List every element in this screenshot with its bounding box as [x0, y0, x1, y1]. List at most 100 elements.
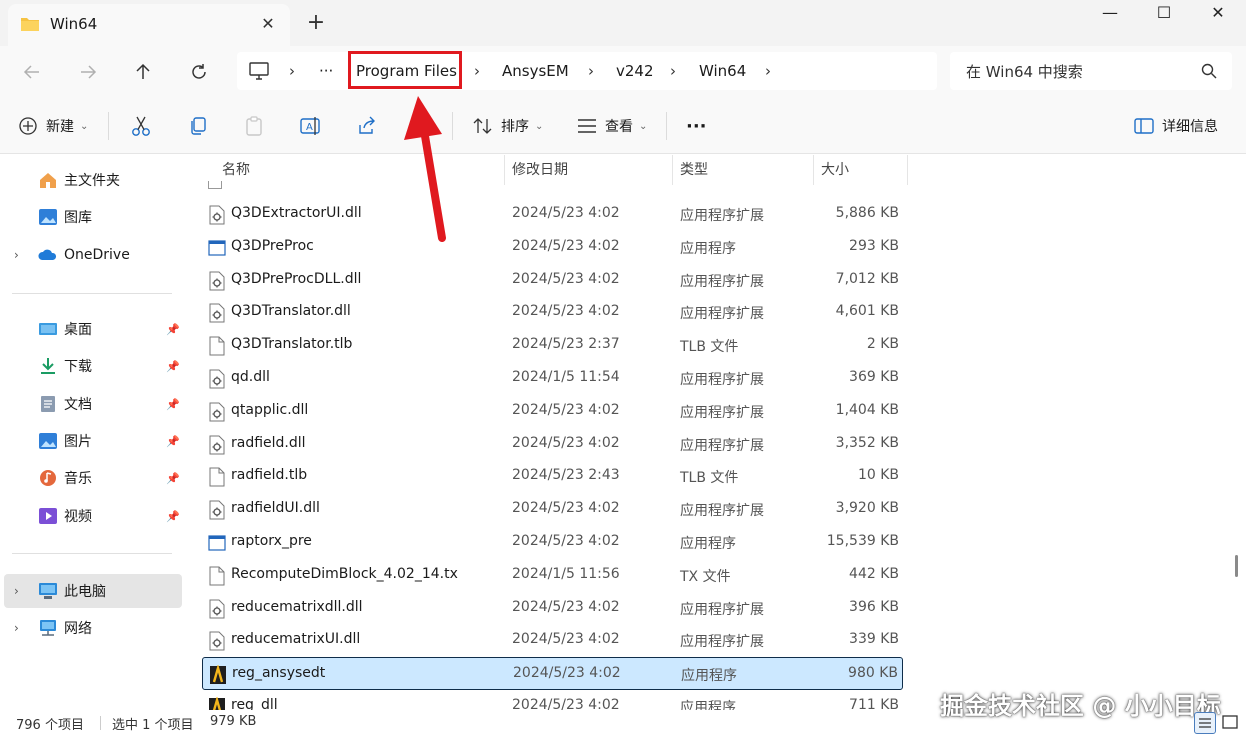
maximize-button[interactable]: ☐: [1136, 0, 1192, 28]
file-name[interactable]: reg_dll: [231, 697, 278, 710]
close-tab-button[interactable]: ✕: [256, 12, 280, 36]
rename-button[interactable]: A: [300, 114, 322, 138]
table-row[interactable]: qd.dll 2024/1/5 11:54 应用程序扩展 369 KB: [202, 362, 903, 395]
computer-icon[interactable]: [249, 62, 269, 80]
sidebar-item-label: OneDrive: [64, 247, 130, 263]
scrollbar-thumb[interactable]: [1235, 555, 1238, 577]
sort-button[interactable]: 排序 ⌄: [473, 114, 543, 138]
table-row[interactable]: Q3DExtractorUI.dll 2024/5/23 4:02 应用程序扩展 5,…: [202, 198, 903, 231]
pin-icon[interactable]: 📌: [166, 323, 180, 336]
pin-icon[interactable]: 📌: [166, 435, 180, 448]
sidebar-item-music[interactable]: 音乐 📌: [0, 461, 182, 495]
file-name[interactable]: raptorx_pre: [231, 533, 312, 549]
file-date: 2024/5/23 4:02: [513, 665, 621, 682]
close-button[interactable]: ✕: [1190, 0, 1246, 28]
up-button[interactable]: [127, 58, 159, 86]
file-name[interactable]: reg_ansysedt: [232, 665, 325, 681]
breadcrumb-win64[interactable]: Win64: [699, 60, 746, 82]
breadcrumb-separator[interactable]: ›: [670, 60, 676, 82]
table-row[interactable]: Q3DPreProc 2024/5/23 4:02 应用程序 293 KB: [202, 231, 903, 264]
scissors-icon: [132, 116, 150, 136]
sidebar-item-onedrive[interactable]: › OneDrive: [0, 238, 182, 272]
tiles-view-button[interactable]: [1220, 712, 1242, 734]
sidebar-item-home[interactable]: 主文件夹: [0, 163, 182, 197]
table-row[interactable]: RecomputeDimBlock_4.02_14.tx 2024/1/5 11:…: [202, 559, 903, 592]
tab-win64[interactable]: Win64 ✕: [8, 4, 290, 46]
column-divider[interactable]: [907, 155, 908, 185]
file-name[interactable]: Q3DExtractorUI.dll: [231, 205, 362, 221]
file-name[interactable]: reducematrixdll.dll: [231, 599, 363, 615]
more-button[interactable]: ···: [686, 114, 707, 138]
breadcrumb-separator[interactable]: ›: [289, 60, 295, 82]
file-name[interactable]: radfield.tlb: [231, 467, 307, 483]
breadcrumb-ansysem[interactable]: AnsysEM: [502, 60, 569, 82]
table-row[interactable]: radfieldUI.dll 2024/5/23 4:02 应用程序扩展 3,920 …: [202, 493, 903, 526]
search-icon[interactable]: [1200, 62, 1218, 80]
share-icon: [359, 116, 375, 134]
sidebar-item-downloads[interactable]: 下载 📌: [0, 349, 182, 383]
details-view-button[interactable]: [1194, 712, 1216, 734]
cut-button[interactable]: [131, 114, 151, 138]
breadcrumb-separator[interactable]: ›: [765, 60, 771, 82]
sidebar-divider: [12, 553, 172, 554]
file-name[interactable]: Q3DTranslator.tlb: [231, 336, 352, 352]
sidebar-item-videos[interactable]: 视频 📌: [0, 499, 182, 533]
file-name[interactable]: qtapplic.dll: [231, 402, 308, 418]
sidebar-item-desktop[interactable]: 桌面 📌: [0, 312, 182, 346]
table-row[interactable]: Q3DPreProcDLL.dll 2024/5/23 4:02 应用程序扩展 7,0…: [202, 264, 903, 297]
pin-icon[interactable]: 📌: [166, 360, 180, 373]
chevron-right-icon[interactable]: ›: [14, 248, 19, 262]
pin-icon[interactable]: 📌: [166, 510, 180, 523]
search-box[interactable]: 在 Win64 中搜索: [950, 52, 1232, 90]
file-type: TLB 文件: [680, 339, 739, 356]
sidebar-item-pictures[interactable]: 图片 📌: [0, 424, 182, 458]
pin-icon[interactable]: 📌: [166, 398, 180, 411]
sidebar-item-gallery[interactable]: 图库: [0, 200, 182, 234]
minimize-button[interactable]: —: [1082, 0, 1138, 28]
table-row[interactable]: radfield.tlb 2024/5/23 2:43 TLB 文件 10 KB: [202, 460, 903, 493]
application-icon: [208, 238, 226, 258]
copy-button[interactable]: [188, 114, 208, 138]
file-date: 2024/5/23 4:02: [512, 237, 620, 254]
view-button[interactable]: 查看 ⌄: [577, 114, 647, 138]
table-row[interactable]: reg_dll 2024/5/23 4:02 应用程序 711 KB: [202, 690, 903, 710]
table-row-selected[interactable]: reg_ansysedt 2024/5/23 4:02 应用程序 980 KB: [202, 657, 903, 691]
table-row[interactable]: radfield.dll 2024/5/23 4:02 应用程序扩展 3,352 KB: [202, 428, 903, 461]
file-name[interactable]: radfield.dll: [231, 435, 306, 451]
cloud-icon: [38, 249, 57, 260]
chevron-right-icon[interactable]: ›: [14, 621, 19, 635]
new-tab-button[interactable]: +: [302, 10, 330, 38]
file-name[interactable]: reducematrixUI.dll: [231, 631, 360, 647]
table-row[interactable]: qtapplic.dll 2024/5/23 4:02 应用程序扩展 1,404 KB: [202, 395, 903, 428]
table-row[interactable]: reducematrixdll.dll 2024/5/23 4:02 应用程序扩展 3…: [202, 592, 903, 625]
table-row[interactable]: Q3DTranslator.dll 2024/5/23 4:02 应用程序扩展 4,6…: [202, 296, 903, 329]
file-name[interactable]: qd.dll: [231, 369, 270, 385]
sidebar-item-network[interactable]: › 网络: [0, 611, 182, 645]
file-name[interactable]: Q3DPreProc: [231, 238, 314, 254]
table-row[interactable]: Q3DTranslator.tlb 2024/5/23 2:37 TLB 文件 2 K…: [202, 329, 903, 362]
search-placeholder[interactable]: 在 Win64 中搜索: [966, 61, 1083, 82]
breadcrumb-overflow[interactable]: ···: [319, 60, 333, 82]
rename-icon: A: [300, 117, 320, 135]
file-name[interactable]: Q3DTranslator.dll: [231, 303, 351, 319]
breadcrumb-v242[interactable]: v242: [616, 60, 654, 82]
details-pane-button[interactable]: 详细信息: [1134, 114, 1218, 138]
forward-button[interactable]: [72, 58, 104, 86]
refresh-button[interactable]: [183, 58, 215, 86]
share-button[interactable]: [357, 114, 377, 138]
file-name[interactable]: radfieldUI.dll: [231, 500, 320, 516]
file-name[interactable]: RecomputeDimBlock_4.02_14.tx: [231, 566, 458, 582]
pin-icon[interactable]: 📌: [166, 472, 180, 485]
table-row[interactable]: reducematrixUI.dll 2024/5/23 4:02 应用程序扩展 33…: [202, 624, 903, 657]
breadcrumb-separator[interactable]: ›: [588, 60, 594, 82]
sidebar-item-this-pc[interactable]: › 此电脑: [4, 574, 182, 608]
back-button[interactable]: [16, 58, 48, 86]
sidebar-item-documents[interactable]: 文档 📌: [0, 387, 182, 421]
breadcrumb-separator[interactable]: ›: [474, 60, 480, 82]
table-row[interactable]: raptorx_pre 2024/5/23 4:02 应用程序 15,539 KB: [202, 526, 903, 559]
address-bar[interactable]: › ··· Program Files › AnsysEM › v242 › W…: [237, 52, 937, 90]
paste-button[interactable]: [244, 114, 264, 138]
chevron-right-icon[interactable]: ›: [14, 584, 19, 598]
new-button[interactable]: 新建 ⌄: [18, 114, 88, 138]
file-name[interactable]: Q3DPreProcDLL.dll: [231, 271, 361, 287]
